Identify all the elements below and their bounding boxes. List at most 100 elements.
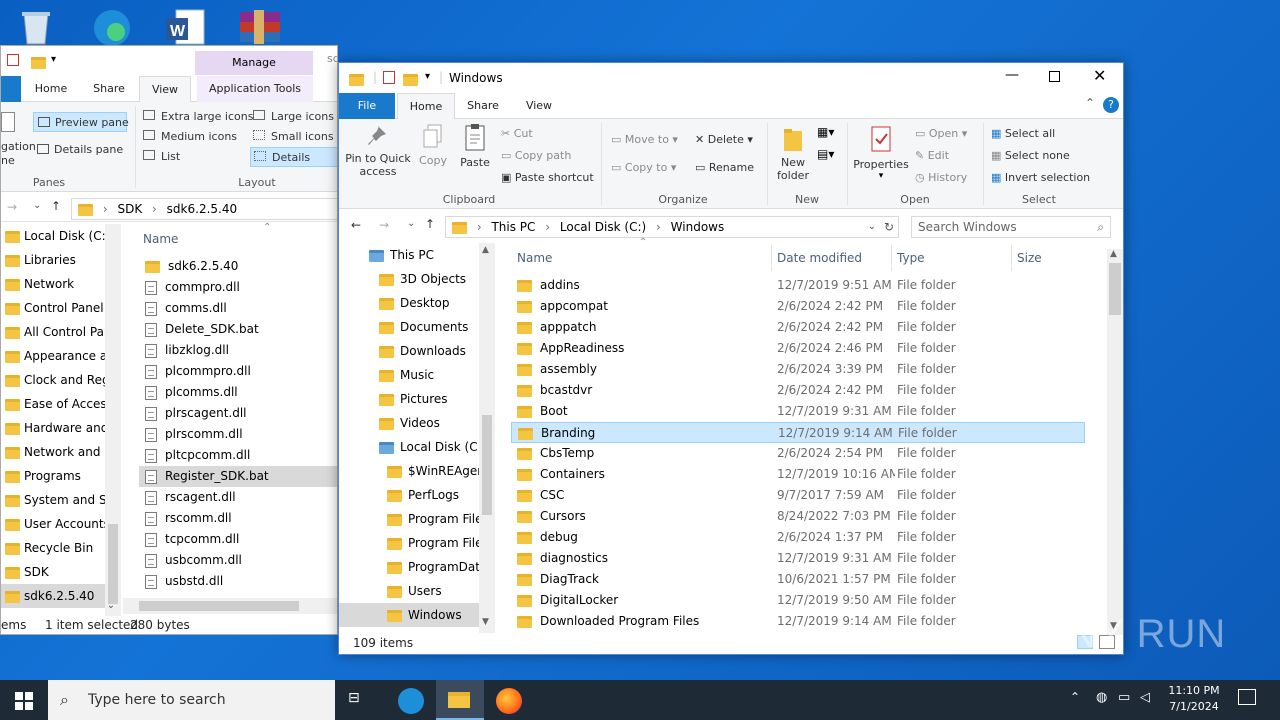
table-row[interactable]: bcastdvr 2/6/2024 2:42 PM File folder (511, 380, 1085, 401)
file-row[interactable]: usbstd.dll (139, 571, 337, 592)
table-row[interactable]: CbsTemp 2/6/2024 2:54 PM File folder (511, 443, 1085, 464)
table-row[interactable]: DiagTrack 10/6/2021 1:57 PM File folder (511, 569, 1085, 590)
breadcrumb-this-pc[interactable]: This PC (491, 220, 535, 234)
forward-icon[interactable]: → (7, 200, 17, 214)
table-row[interactable]: diagnostics 12/7/2019 9:31 AM File folder (511, 548, 1085, 569)
file-row[interactable]: rscomm.dll (139, 508, 337, 529)
nav-item[interactable]: Program Files (339, 531, 479, 555)
left-nav-scrollbar[interactable] (105, 224, 121, 616)
details-pane-button[interactable]: Details pane (33, 140, 127, 160)
nav-item[interactable]: Appearance an (1, 344, 121, 368)
large-icons-option[interactable]: Large icons (253, 110, 334, 123)
new-folder-button[interactable]: New folder (773, 125, 813, 182)
search-input[interactable]: Search Windows ⌕ (911, 216, 1111, 238)
winrar-icon[interactable] (236, 6, 284, 46)
file-tab[interactable] (1, 76, 21, 102)
nav-item[interactable]: Network and Ir (1, 440, 121, 464)
file-row[interactable]: sdk6.2.5.40 (139, 256, 337, 277)
scroll-up-icon[interactable]: ▲ (482, 245, 489, 255)
refresh-icon[interactable]: ↻ (884, 217, 894, 237)
small-icons-option[interactable]: Small icons (253, 130, 334, 143)
scroll-up-icon[interactable]: ▲ (1110, 249, 1117, 259)
nav-item[interactable]: ProgramData (339, 555, 479, 579)
cut-button[interactable]: ✂ Cut (501, 127, 533, 140)
minimize-icon[interactable]: — (1005, 67, 1019, 83)
delete-button[interactable]: ✕ Delete ▾ (695, 133, 753, 146)
properties-icon[interactable] (383, 71, 395, 84)
rename-button[interactable]: ▭ Rename (695, 161, 754, 174)
scroll-thumb[interactable] (108, 524, 118, 604)
nav-item[interactable]: Hardware and (1, 416, 121, 440)
select-none-button[interactable]: ▦ Select none (991, 149, 1070, 162)
pin-to-quick-access-button[interactable]: Pin to Quick access (343, 123, 413, 187)
nav-item[interactable]: PerfLogs (339, 483, 479, 507)
file-row[interactable]: plrscagent.dll (139, 403, 337, 424)
tab-share[interactable]: Share (85, 76, 133, 102)
breadcrumb-sdk-version[interactable]: sdk6.2.5.40 (167, 202, 237, 216)
file-row[interactable]: usbcomm.dll (139, 550, 337, 571)
nav-item[interactable]: Local Disk (C:) (1, 224, 121, 248)
close-icon[interactable]: ✕ (1093, 66, 1106, 85)
left-horizontal-scrollbar[interactable] (123, 598, 337, 614)
recycle-bin-icon[interactable] (14, 6, 62, 46)
clock[interactable]: 11:10 PM 7/1/2024 (1164, 684, 1224, 713)
nav-item[interactable]: Network (1, 272, 121, 296)
preview-pane-button[interactable]: Preview pane (33, 112, 129, 132)
start-button[interactable] (0, 680, 48, 720)
left-address-bar[interactable]: › SDK › sdk6.2.5.40 (71, 198, 337, 220)
breadcrumb-local-disk[interactable]: Local Disk (C:) (560, 220, 646, 234)
file-row[interactable]: rscagent.dll (139, 487, 337, 508)
nav-item[interactable]: User Accounts (1, 512, 121, 536)
nav-item[interactable]: Control Panel (1, 296, 121, 320)
table-row[interactable]: Containers 12/7/2019 10:16 AM File folder (511, 464, 1085, 485)
tab-home[interactable]: Home (27, 76, 75, 102)
new-item-icon[interactable]: ▦▾ (817, 125, 834, 139)
column-name[interactable]: Name (517, 251, 552, 265)
copy-path-button[interactable]: ▭ Copy path (501, 149, 571, 162)
breadcrumb-sdk[interactable]: SDK (117, 202, 142, 216)
right-address-bar[interactable]: › This PC › Local Disk (C:) › Windows ⌄ … (445, 216, 899, 238)
file-row[interactable]: plrscomm.dll (139, 424, 337, 445)
up-icon[interactable]: ↑ (51, 199, 61, 213)
nav-item[interactable]: 3D Objects (339, 267, 479, 291)
table-row[interactable]: addins 12/7/2019 9:51 AM File folder (511, 275, 1085, 296)
scroll-down-icon[interactable]: ▼ (482, 617, 489, 627)
up-icon[interactable]: ↑ (425, 217, 435, 231)
copy-button[interactable]: Copy (417, 123, 449, 167)
move-to-button[interactable]: ▭ Move to ▾ (611, 133, 678, 146)
nav-item[interactable]: Programs (1, 464, 121, 488)
paste-shortcut-button[interactable]: ▣ Paste shortcut (501, 171, 594, 184)
file-explorer-taskbar-button[interactable] (436, 680, 484, 720)
back-icon[interactable]: ← (351, 218, 361, 232)
network-icon[interactable]: ▭ (1118, 690, 1130, 705)
navigation-pane-label[interactable]: gation (1, 140, 36, 153)
scroll-down-icon[interactable]: ⌄ (101, 600, 121, 616)
table-row[interactable]: Branding 12/7/2019 9:14 AM File folder (511, 422, 1085, 443)
nav-item[interactable]: Windows (339, 603, 479, 627)
nav-item[interactable]: System and Se (1, 488, 121, 512)
nav-item[interactable]: Users (339, 579, 479, 603)
taskbar-search-box[interactable]: ⌕ Type here to search (48, 680, 335, 720)
nav-item[interactable]: All Control Par (1, 320, 121, 344)
nav-item[interactable]: Pictures (339, 387, 479, 411)
file-row[interactable]: plcommpro.dll (139, 361, 337, 382)
tab-application-tools[interactable]: Application Tools (197, 76, 313, 102)
right-list-scrollbar[interactable]: ▲ ▼ (1107, 249, 1123, 635)
paste-button[interactable]: Paste (457, 123, 493, 169)
nav-item[interactable]: Local Disk (C:) (339, 435, 479, 459)
nav-item[interactable]: $WinREAgent (339, 459, 479, 483)
tab-view[interactable]: View (513, 93, 565, 119)
tab-view[interactable]: View (139, 76, 191, 102)
medium-icons-option[interactable]: Medium icons (143, 130, 237, 143)
tab-home[interactable]: Home (397, 93, 455, 119)
maximize-icon[interactable] (1049, 71, 1060, 82)
breadcrumb-windows[interactable]: Windows (671, 220, 725, 234)
nav-item[interactable]: Music (339, 363, 479, 387)
qat-dropdown-icon[interactable]: ▾ (425, 71, 430, 82)
column-size[interactable]: Size (1017, 251, 1042, 265)
file-row[interactable]: Register_SDK.bat (139, 466, 337, 487)
table-row[interactable]: CSC 9/7/2017 7:59 AM File folder (511, 485, 1085, 506)
new-folder-icon[interactable] (403, 72, 418, 86)
help-icon[interactable]: ? (1103, 97, 1119, 113)
file-row[interactable]: tcpcomm.dll (139, 529, 337, 550)
